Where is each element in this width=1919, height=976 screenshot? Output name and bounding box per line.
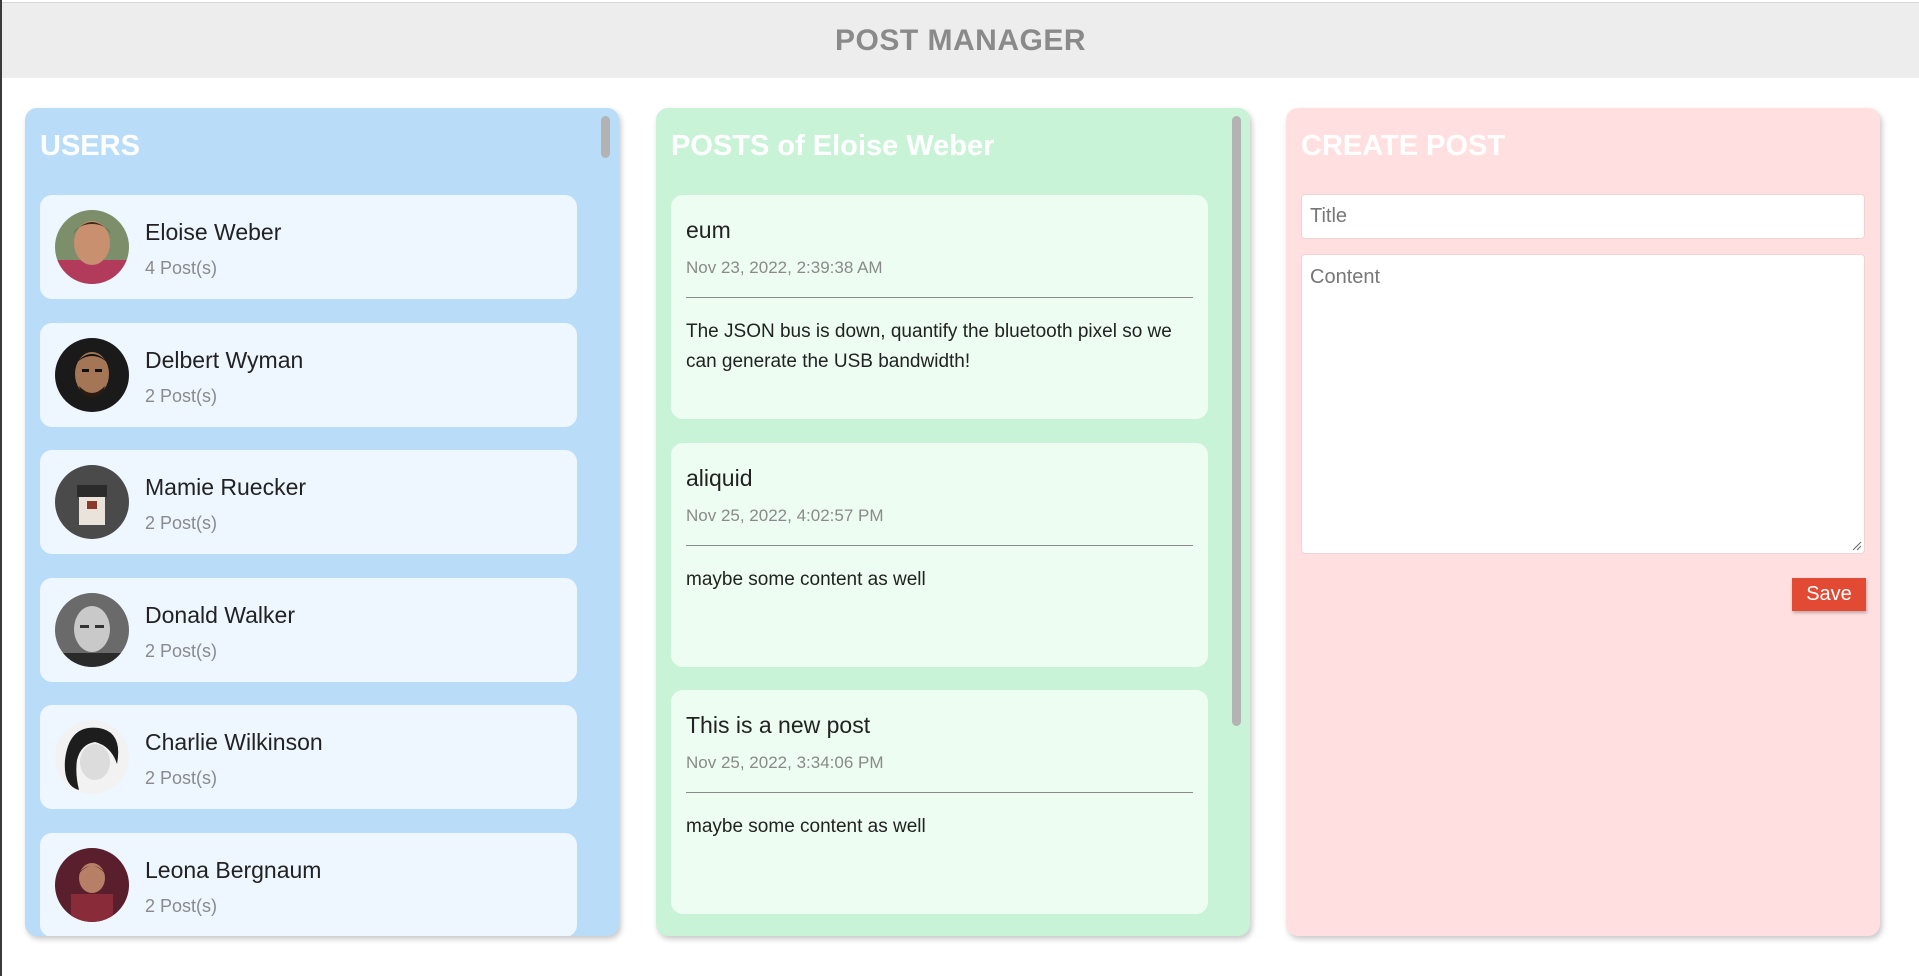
user-name: Leona Bergnaum: [145, 857, 322, 883]
user-name: Eloise Weber: [145, 219, 282, 245]
post-divider: [686, 792, 1193, 793]
post-divider: [686, 297, 1193, 298]
app-header: POST MANAGER: [2, 2, 1919, 78]
avatar: [55, 593, 129, 667]
window-edge: [0, 0, 2, 976]
post-title: eum: [686, 217, 731, 243]
post-title: aliquid: [686, 465, 753, 491]
user-photo-icon: [55, 848, 129, 922]
post-date: Nov 25, 2022, 3:34:06 PM: [686, 753, 884, 772]
create-post-panel-title: CREATE POST: [1301, 130, 1506, 162]
user-photo-icon: [55, 338, 129, 412]
avatar: [55, 338, 129, 412]
post-date: Nov 25, 2022, 4:02:57 PM: [686, 506, 884, 525]
user-photo-icon: [55, 465, 129, 539]
avatar: [55, 465, 129, 539]
user-post-count: 2 Post(s): [145, 386, 218, 406]
user-name: Mamie Ruecker: [145, 474, 307, 500]
user-photo-icon: [55, 720, 129, 794]
avatar: [55, 210, 129, 284]
post-card[interactable]: This is a new post Nov 25, 2022, 3:34:06…: [671, 690, 1208, 914]
resize-handle-icon[interactable]: [1852, 541, 1862, 551]
create-post-panel: CREATE POST Save: [1286, 108, 1880, 936]
user-card-donald-walker[interactable]: Donald Walker 2 Post(s): [40, 578, 577, 682]
save-button[interactable]: Save: [1792, 578, 1866, 611]
users-scrollbar[interactable]: [601, 116, 610, 158]
user-card-charlie-wilkinson[interactable]: Charlie Wilkinson 2 Post(s): [40, 705, 577, 809]
user-name: Charlie Wilkinson: [145, 729, 323, 755]
user-card-eloise-weber[interactable]: Eloise Weber 4 Post(s): [40, 195, 577, 299]
post-card[interactable]: eum Nov 23, 2022, 2:39:38 AM The JSON bu…: [671, 195, 1208, 419]
user-card-mamie-ruecker[interactable]: Mamie Ruecker 2 Post(s): [40, 450, 577, 554]
user-card-delbert-wyman[interactable]: Delbert Wyman 2 Post(s): [40, 323, 577, 427]
post-divider: [686, 545, 1193, 546]
post-body: maybe some content as well: [686, 816, 926, 837]
users-panel-title: USERS: [40, 130, 140, 162]
posts-scrollbar[interactable]: [1232, 116, 1241, 726]
user-card-leona-bergnaum[interactable]: Leona Bergnaum 2 Post(s): [40, 833, 577, 936]
user-photo-icon: [55, 593, 129, 667]
user-name: Delbert Wyman: [145, 347, 304, 373]
user-post-count: 4 Post(s): [145, 258, 218, 278]
user-post-count: 2 Post(s): [145, 896, 218, 916]
posts-panel-title: POSTS of Eloise Weber: [671, 130, 995, 162]
post-body: maybe some content as well: [686, 569, 926, 590]
post-card[interactable]: aliquid Nov 25, 2022, 4:02:57 PM maybe s…: [671, 443, 1208, 667]
users-panel: USERS Eloise Weber 4 Post(s) Delbert Wym…: [25, 108, 619, 936]
avatar: [55, 848, 129, 922]
user-photo-icon: [55, 210, 129, 284]
user-post-count: 2 Post(s): [145, 768, 218, 788]
post-content-textarea[interactable]: [1301, 254, 1865, 554]
user-post-count: 2 Post(s): [145, 641, 218, 661]
post-date: Nov 23, 2022, 2:39:38 AM: [686, 258, 883, 277]
post-title: This is a new post: [686, 712, 871, 738]
app-title: POST MANAGER: [834, 23, 1086, 57]
user-post-count: 2 Post(s): [145, 513, 218, 533]
post-body: The JSON bus is down, quantify the bluet…: [686, 321, 1172, 372]
user-name: Donald Walker: [145, 602, 295, 628]
avatar: [55, 720, 129, 794]
posts-panel: POSTS of Eloise Weber eum Nov 23, 2022, …: [656, 108, 1250, 936]
post-title-input[interactable]: [1301, 194, 1865, 239]
